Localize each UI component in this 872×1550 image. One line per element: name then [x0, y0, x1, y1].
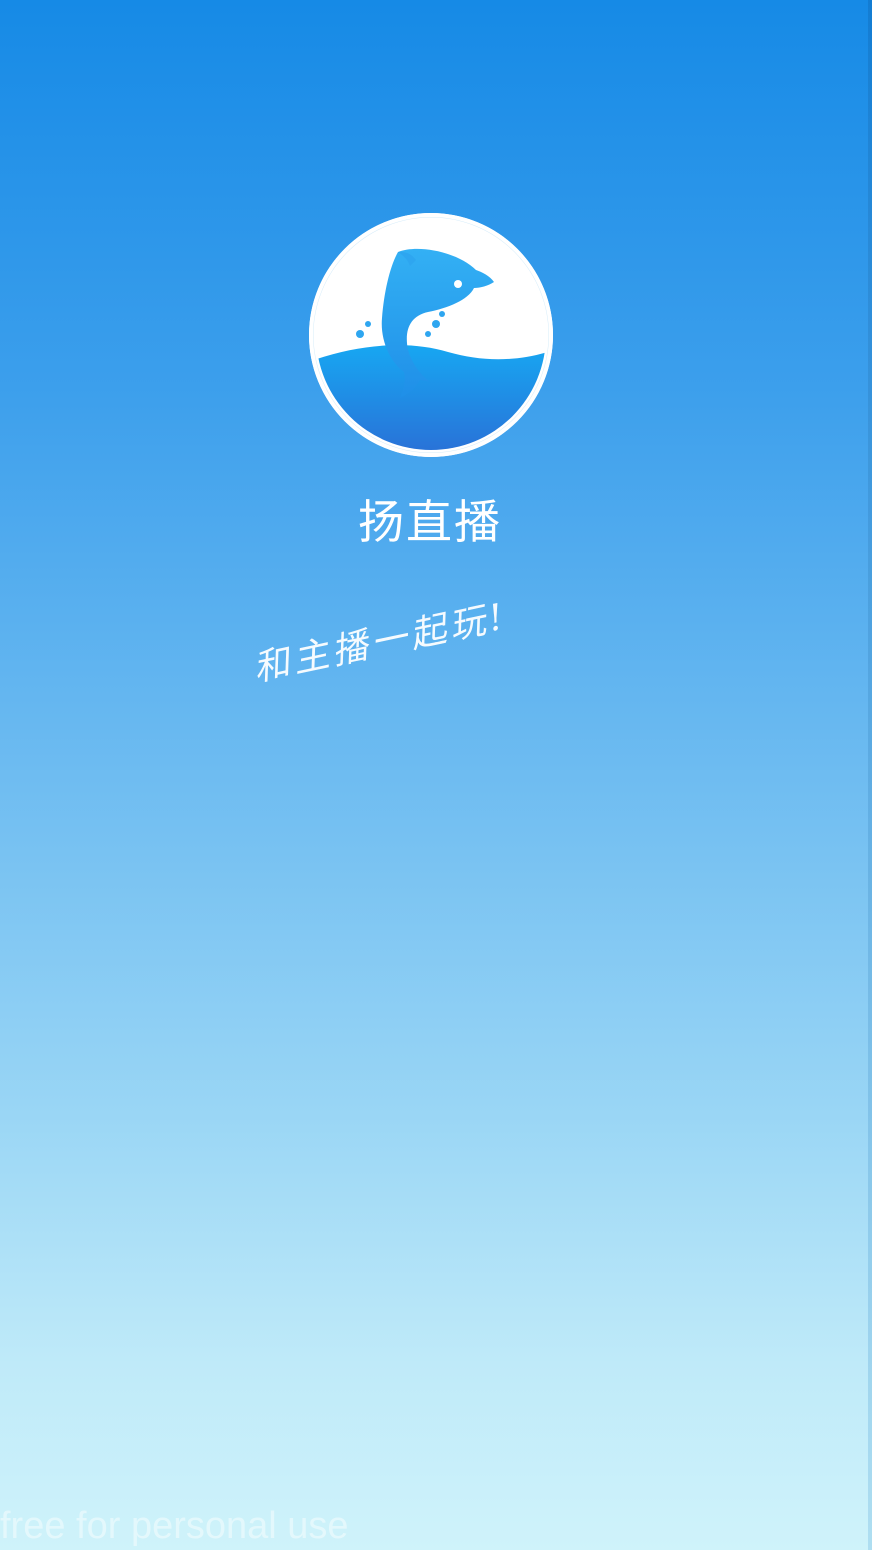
app-name: 扬直播 — [358, 495, 502, 549]
dolphin-logo-icon — [308, 212, 554, 458]
screen-edge — [868, 0, 872, 1550]
watermark: free for personal use — [0, 1505, 349, 1547]
slogan: 和主播一起玩! — [249, 595, 511, 690]
